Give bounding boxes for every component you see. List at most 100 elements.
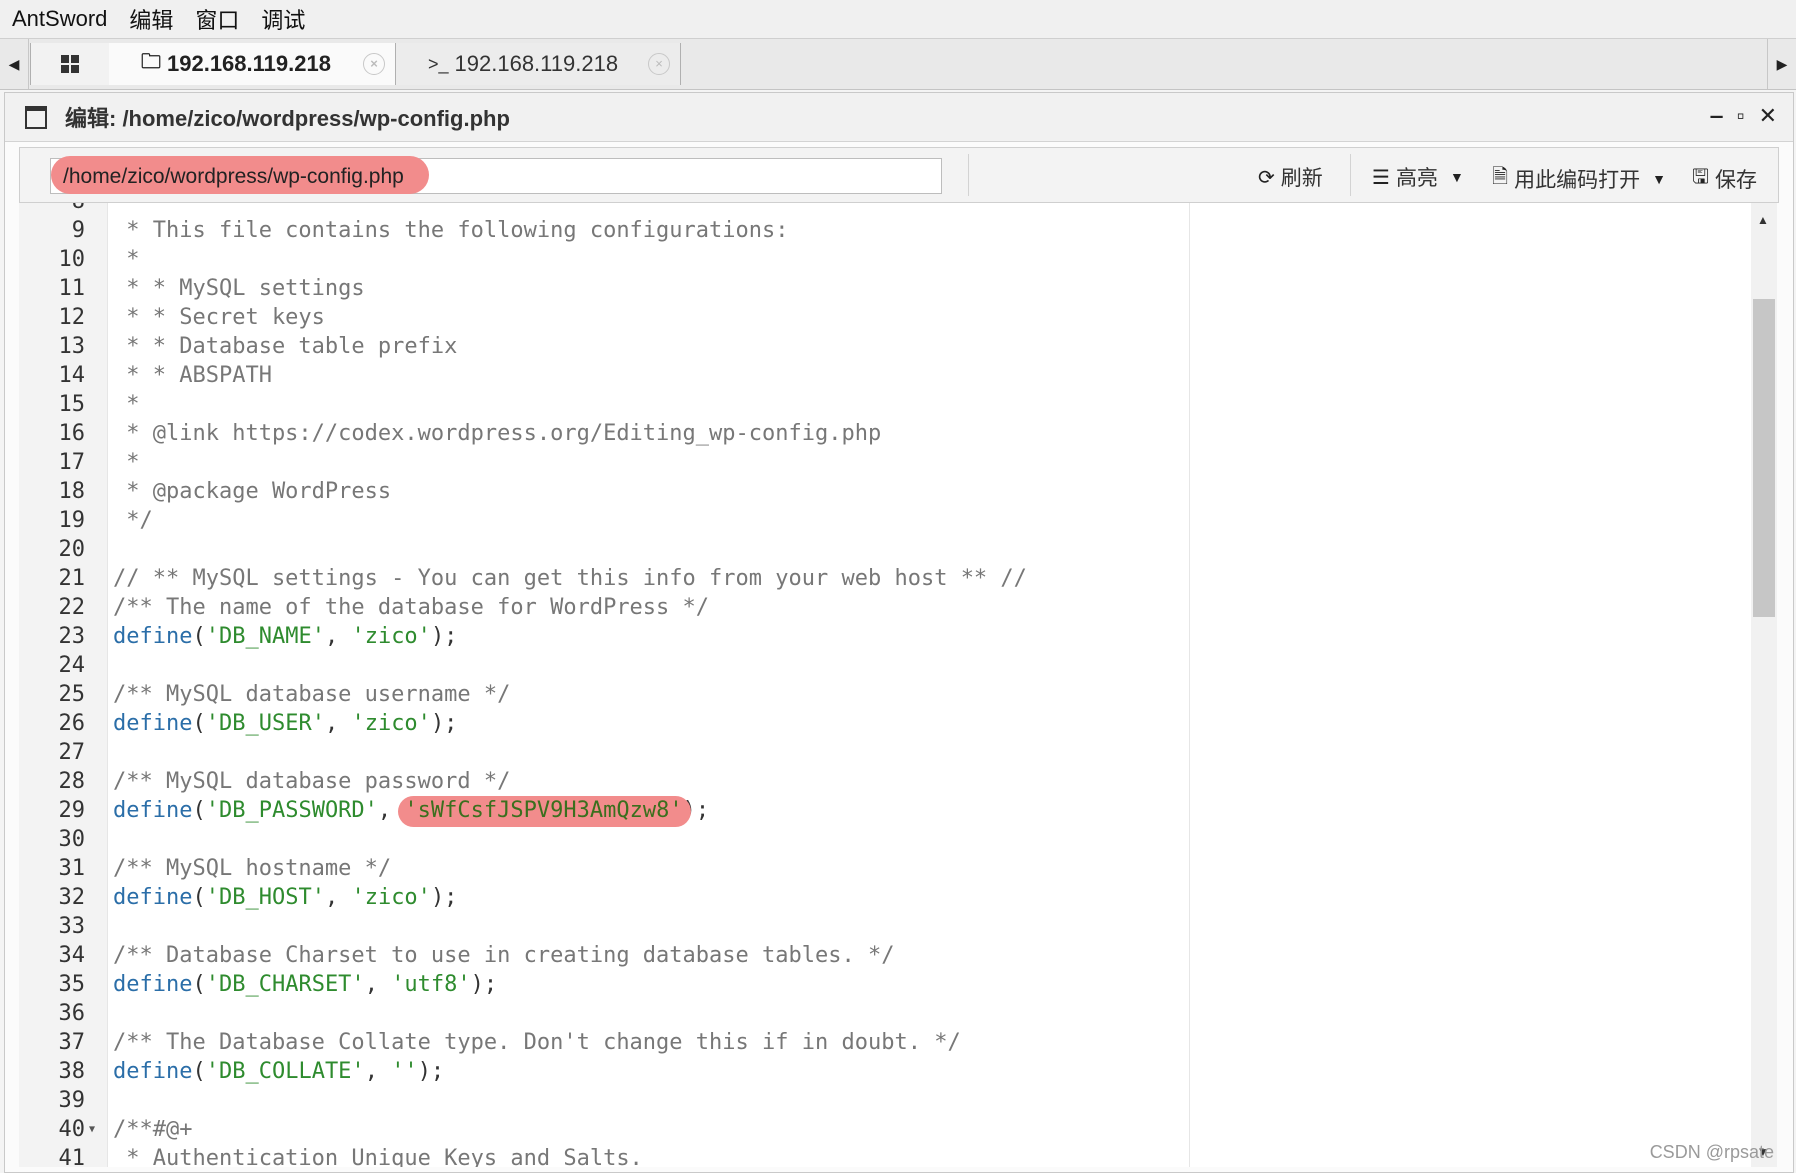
code-keyword: define bbox=[113, 624, 193, 649]
code-line: 19 */ bbox=[19, 506, 1759, 535]
code-line: 12 * * Secret keys bbox=[19, 303, 1759, 332]
code-comment: /** The name of the database for WordPre… bbox=[113, 595, 710, 620]
line-number: 19 bbox=[58, 508, 86, 533]
code-text: * bbox=[113, 448, 139, 477]
editor-toolbar: /home/zico/wordpress/wp-config.php ⟳ 刷新 … bbox=[19, 147, 1779, 203]
path-input-value: /home/zico/wordpress/wp-config.php bbox=[63, 165, 404, 188]
code-string: 'utf8' bbox=[391, 972, 471, 997]
code-line: 13 * * Database table prefix bbox=[19, 332, 1759, 361]
scrollbar-thumb[interactable] bbox=[1753, 299, 1775, 617]
code-text: define('DB_HOST', 'zico'); bbox=[113, 885, 458, 910]
save-button[interactable]: 🖫 保存 bbox=[1692, 162, 1757, 196]
code-comment: */ bbox=[113, 508, 153, 533]
code-line: 23 define('DB_NAME', 'zico'); bbox=[19, 622, 1759, 651]
line-number: 39 bbox=[58, 1088, 86, 1113]
path-input[interactable]: /home/zico/wordpress/wp-config.php bbox=[50, 156, 942, 194]
code-line: 34 /** Database Charset to use in creatin… bbox=[19, 941, 1759, 970]
code-comment: * @package WordPress bbox=[113, 479, 392, 504]
code-string: 'DB_PASSWORD' bbox=[205, 798, 378, 823]
code-string: 'zico' bbox=[351, 624, 431, 649]
editor-window: 编辑: /home/zico/wordpress/wp-config.php ‒… bbox=[4, 92, 1794, 1173]
code-text: /**#@+ bbox=[113, 1115, 192, 1144]
code-line: 33 bbox=[19, 912, 1759, 941]
tab-scroll-right-button[interactable]: ▶ bbox=[1767, 39, 1796, 89]
code-text: * * MySQL settings bbox=[113, 274, 365, 303]
line-number: 17 bbox=[58, 450, 86, 475]
code-text: * This file contains the following confi… bbox=[113, 216, 788, 245]
code-keyword: define bbox=[113, 711, 193, 736]
menu-debug[interactable]: 调试 bbox=[261, 3, 305, 35]
refresh-icon: ⟳ bbox=[1258, 166, 1275, 189]
line-number: 16 bbox=[58, 421, 86, 446]
code-keyword: define bbox=[113, 972, 193, 997]
code-string: 'DB_HOST' bbox=[205, 885, 325, 910]
code-text: * bbox=[113, 390, 139, 419]
line-number: 11 bbox=[58, 276, 86, 301]
restore-icon[interactable]: ▫ bbox=[1737, 103, 1745, 129]
code-comment: * Authentication Unique Keys and Salts. bbox=[113, 1146, 643, 1167]
tab-file-manager-label: 192.168.119.218 bbox=[167, 51, 331, 76]
code-line: 26 define('DB_USER', 'zico'); bbox=[19, 709, 1759, 738]
code-comment: * * MySQL settings bbox=[113, 276, 365, 301]
save-label: 保存 bbox=[1715, 169, 1758, 192]
code-string: 'zico' bbox=[351, 885, 431, 910]
open-with-encoding-dropdown[interactable]: 🗎 用此编码打开 ▼ bbox=[1492, 162, 1666, 196]
code-keyword: define bbox=[113, 885, 193, 910]
tab-close-icon[interactable]: × bbox=[648, 53, 670, 75]
menu-app[interactable]: AntSword bbox=[12, 6, 107, 32]
line-number: 35 bbox=[58, 972, 86, 997]
code-text: */ bbox=[113, 506, 153, 535]
code-line: 25 /** MySQL database username */ bbox=[19, 680, 1759, 709]
tab-terminal[interactable]: >_ 192.168.119.218 × bbox=[396, 43, 681, 85]
tab-close-icon[interactable]: × bbox=[363, 53, 385, 75]
highlight-dropdown[interactable]: ☰ 高亮 ▼ bbox=[1372, 162, 1464, 192]
code-text: define('DB_PASSWORD', 'sWfCsfJSPV9H3AmQz… bbox=[113, 796, 709, 827]
code-line: 17 * bbox=[19, 448, 1759, 477]
code-line: 32 define('DB_HOST', 'zico'); bbox=[19, 883, 1759, 912]
list-icon: ☰ bbox=[1372, 166, 1390, 189]
line-number: 32 bbox=[58, 885, 86, 910]
menu-edit[interactable]: 编辑 bbox=[129, 3, 173, 35]
caret-right-icon: ▶ bbox=[1776, 55, 1788, 72]
vertical-scrollbar[interactable]: ▲ ▼ bbox=[1751, 203, 1777, 1167]
tab-file-manager[interactable]: 🗀 192.168.119.218 × bbox=[109, 43, 396, 85]
menu-bar: AntSword 编辑 窗口 调试 bbox=[0, 0, 1796, 38]
floppy-icon: 🖫 bbox=[1692, 166, 1710, 188]
code-keyword: define bbox=[113, 798, 193, 823]
line-number: 13 bbox=[58, 334, 86, 359]
code-line: 36 bbox=[19, 999, 1759, 1028]
line-number: 31 bbox=[58, 856, 86, 881]
tab-scroll-left-button[interactable]: ◀ bbox=[0, 39, 29, 89]
scroll-up-icon[interactable]: ▲ bbox=[1757, 213, 1769, 227]
code-comment: /** The Database Collate type. Don't cha… bbox=[113, 1030, 961, 1055]
code-line: 40 ▼ /**#@+ bbox=[19, 1115, 1759, 1144]
code-line: 30 bbox=[19, 825, 1759, 854]
tab-home[interactable] bbox=[30, 43, 110, 85]
code-comment: * * Database table prefix bbox=[113, 334, 458, 359]
grid-icon bbox=[61, 55, 79, 73]
code-string: 'DB_CHARSET' bbox=[205, 972, 365, 997]
tab-terminal-label: 192.168.119.218 bbox=[454, 51, 619, 76]
refresh-button[interactable]: ⟳ 刷新 bbox=[1258, 162, 1323, 192]
close-icon[interactable]: ✕ bbox=[1759, 103, 1777, 129]
minimize-icon[interactable]: ‒ bbox=[1711, 103, 1723, 129]
code-editor[interactable]: 8 *9 * This file contains the following … bbox=[19, 203, 1777, 1167]
code-text: * * Secret keys bbox=[113, 303, 325, 332]
line-number: 12 bbox=[58, 305, 86, 330]
code-line: 29 define('DB_PASSWORD', 'sWfCsfJSPV9H3Am… bbox=[19, 796, 1759, 827]
code-text: * * ABSPATH bbox=[113, 361, 272, 390]
terminal-icon: >_ bbox=[428, 53, 449, 74]
window-titlebar[interactable]: 编辑: /home/zico/wordpress/wp-config.php ‒… bbox=[5, 93, 1793, 142]
code-comment: * bbox=[113, 247, 140, 272]
code-text: /** MySQL database username */ bbox=[113, 680, 510, 709]
code-text: * @package WordPress bbox=[113, 477, 391, 506]
code-line: 35 define('DB_CHARSET', 'utf8'); bbox=[19, 970, 1759, 999]
code-comment: * * ABSPATH bbox=[113, 363, 272, 388]
menu-window[interactable]: 窗口 bbox=[195, 3, 239, 35]
code-line: 41 * Authentication Unique Keys and Salt… bbox=[19, 1144, 1759, 1167]
code-comment: * * Secret keys bbox=[113, 305, 325, 330]
code-string: 'DB_USER' bbox=[205, 711, 325, 736]
line-number: 36 bbox=[58, 1001, 86, 1026]
code-comment: /** MySQL database username */ bbox=[113, 682, 511, 707]
line-number: 38 bbox=[58, 1059, 86, 1084]
